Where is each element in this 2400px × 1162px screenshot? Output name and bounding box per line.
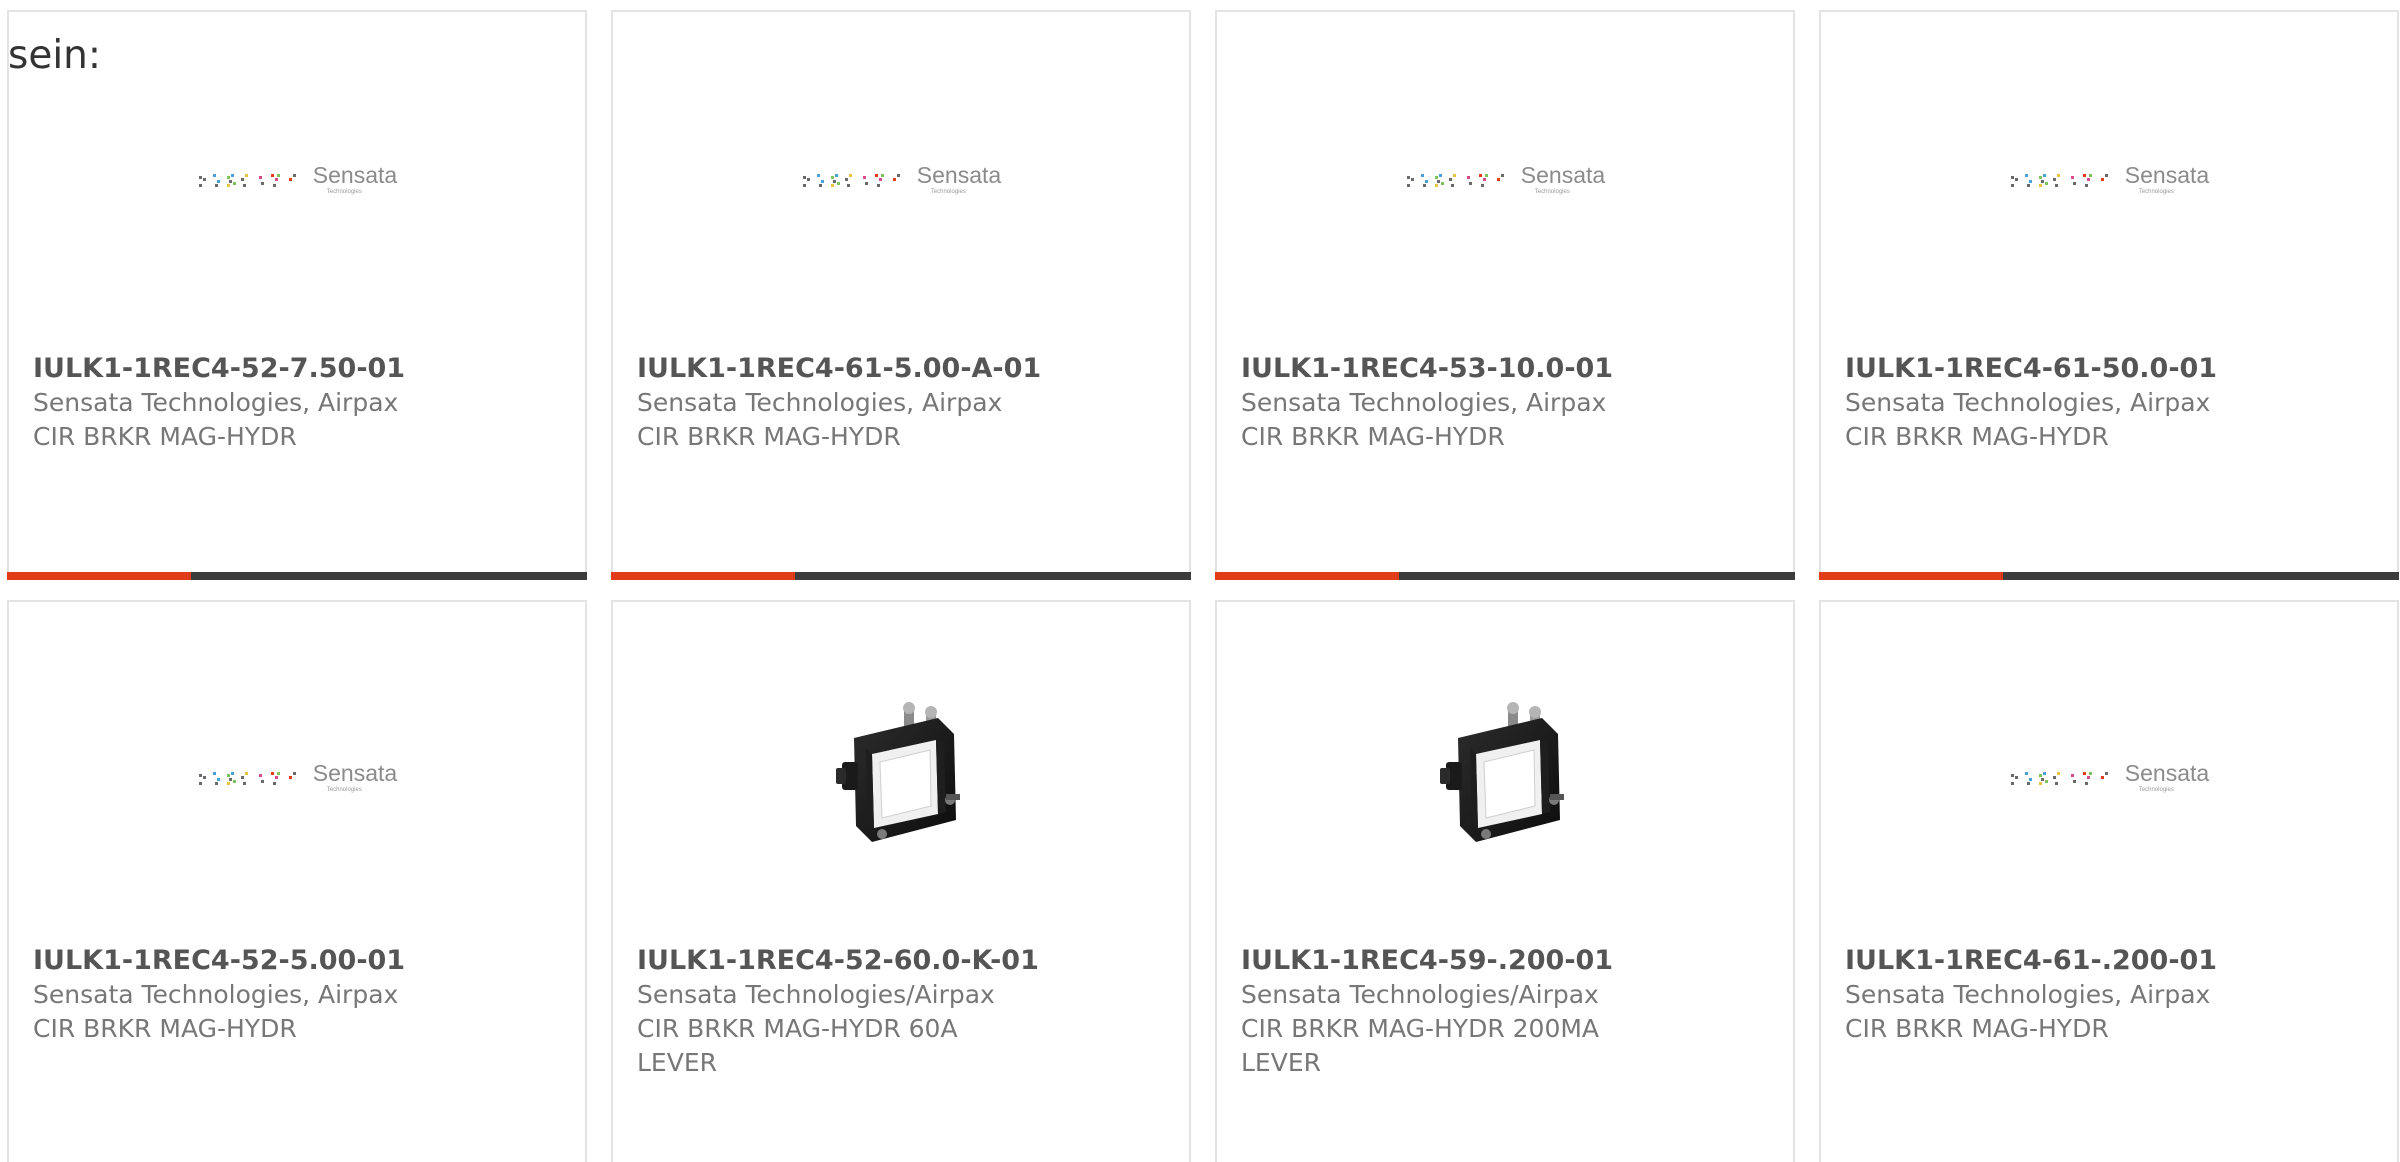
circuit-breaker-photo xyxy=(1440,702,1564,842)
product-card[interactable]: Sensata Technologies IULK1-1REC4-52-5.00-0… xyxy=(7,600,587,1162)
card-accent-bar xyxy=(1819,572,2003,580)
sensata-dots-icon xyxy=(198,771,296,785)
product-manufacturer: Sensata Technologies, Airpax xyxy=(1241,388,1607,417)
sensata-dots-icon xyxy=(2010,771,2108,785)
logo-sub: Technologies xyxy=(326,189,362,195)
sensata-logo: Sensata Technologies xyxy=(1405,164,1605,195)
product-info: IULK1-1REC4-61-5.00-A-01 Sensata Technolo… xyxy=(637,352,1041,454)
circuit-breaker-photo xyxy=(836,702,960,842)
card-accent-bar xyxy=(7,572,191,580)
product-info: IULK1-1REC4-52-7.50-01 Sensata Technologi… xyxy=(33,352,433,454)
logo-name: Sensata xyxy=(916,162,1002,188)
product-part-number[interactable]: IULK1-1REC4-61-50.0-01 xyxy=(1845,352,2245,386)
product-card[interactable]: Sensata Technologies IULK1-1REC4-61-50.0-0… xyxy=(1819,10,2399,580)
product-part-number[interactable]: IULK1-1REC4-52-60.0-K-01 xyxy=(637,944,1039,978)
product-manufacturer: Sensata Technologies, Airpax xyxy=(1845,980,2211,1009)
product-image[interactable]: Sensata Technologies xyxy=(9,762,585,962)
product-description: CIR BRKR MAG-HYDR 60A LEVER xyxy=(637,1014,958,1077)
sensata-logo: Sensata Technologies xyxy=(2009,164,2209,195)
product-card[interactable]: Sensata Technologies IULK1-1REC4-61-5.00-A… xyxy=(611,10,1191,580)
product-info: IULK1-1REC4-52-60.0-K-01 Sensata Technolo… xyxy=(637,944,1039,1080)
product-image[interactable]: Sensata Technologies xyxy=(9,164,585,364)
product-description: CIR BRKR MAG-HYDR xyxy=(1241,422,1505,451)
product-grid: Sensata Technologies IULK1-1REC4-52-7.50-0… xyxy=(7,10,2400,1162)
product-description: CIR BRKR MAG-HYDR xyxy=(1845,422,2109,451)
sensata-dots-icon xyxy=(2010,173,2108,187)
logo-name: Sensata xyxy=(1520,162,1606,188)
sensata-dots-icon xyxy=(802,173,900,187)
sensata-dots-icon xyxy=(198,173,296,187)
product-manufacturer: Sensata Technologies, Airpax xyxy=(33,980,399,1009)
product-image[interactable]: Sensata Technologies xyxy=(613,164,1189,364)
logo-name: Sensata xyxy=(2124,760,2210,786)
product-description: CIR BRKR MAG-HYDR 200MA LEVER xyxy=(1241,1014,1600,1077)
sensata-logo: Sensata Technologies xyxy=(197,164,397,195)
product-card[interactable]: Sensata Technologies IULK1-1REC4-52-7.50-0… xyxy=(7,10,587,580)
sensata-logo: Sensata Technologies xyxy=(801,164,1001,195)
product-manufacturer: Sensata Technologies/Airpax xyxy=(1241,980,1599,1009)
product-image[interactable] xyxy=(613,702,1189,902)
logo-sub: Technologies xyxy=(326,787,362,793)
product-part-number[interactable]: IULK1-1REC4-52-7.50-01 xyxy=(33,352,433,386)
product-card[interactable]: Sensata Technologies IULK1-1REC4-53-10.0-0… xyxy=(1215,10,1795,580)
logo-name: Sensata xyxy=(2124,162,2210,188)
logo-sub: Technologies xyxy=(2138,189,2174,195)
product-manufacturer: Sensata Technologies, Airpax xyxy=(33,388,399,417)
product-card[interactable]: IULK1-1REC4-59-.200-01 Sensata Technologi… xyxy=(1215,600,1795,1162)
product-part-number[interactable]: IULK1-1REC4-59-.200-01 xyxy=(1241,944,1641,978)
product-card[interactable]: IULK1-1REC4-52-60.0-K-01 Sensata Technolo… xyxy=(611,600,1191,1162)
product-description: CIR BRKR MAG-HYDR xyxy=(637,422,901,451)
product-info: IULK1-1REC4-53-10.0-01 Sensata Technologi… xyxy=(1241,352,1641,454)
logo-name: Sensata xyxy=(312,162,398,188)
sensata-logo: Sensata Technologies xyxy=(197,762,397,793)
product-part-number[interactable]: IULK1-1REC4-61-5.00-A-01 xyxy=(637,352,1041,386)
product-part-number[interactable]: IULK1-1REC4-52-5.00-01 xyxy=(33,944,433,978)
product-part-number[interactable]: IULK1-1REC4-61-.200-01 xyxy=(1845,944,2245,978)
sensata-logo: Sensata Technologies xyxy=(2009,762,2209,793)
product-manufacturer: Sensata Technologies, Airpax xyxy=(1845,388,2211,417)
product-part-number[interactable]: IULK1-1REC4-53-10.0-01 xyxy=(1241,352,1641,386)
product-description: CIR BRKR MAG-HYDR xyxy=(33,1014,297,1043)
product-description: CIR BRKR MAG-HYDR xyxy=(1845,1014,2109,1043)
product-info: IULK1-1REC4-59-.200-01 Sensata Technologi… xyxy=(1241,944,1641,1080)
logo-sub: Technologies xyxy=(1534,189,1570,195)
product-description: CIR BRKR MAG-HYDR xyxy=(33,422,297,451)
card-accent-bar xyxy=(611,572,795,580)
logo-sub: Technologies xyxy=(2138,787,2174,793)
logo-sub: Technologies xyxy=(930,189,966,195)
product-grid-page: sein: Sensata Technologies IULK1-1REC4-52-… xyxy=(0,0,2400,1162)
product-manufacturer: Sensata Technologies, Airpax xyxy=(637,388,1003,417)
intro-text: sein: xyxy=(8,33,102,78)
product-image[interactable] xyxy=(1217,702,1793,902)
card-bottom-bar xyxy=(611,572,1191,580)
product-info: IULK1-1REC4-61-50.0-01 Sensata Technologi… xyxy=(1845,352,2245,454)
card-bottom-bar xyxy=(7,572,587,580)
sensata-dots-icon xyxy=(1406,173,1504,187)
product-manufacturer: Sensata Technologies/Airpax xyxy=(637,980,995,1009)
product-card[interactable]: Sensata Technologies IULK1-1REC4-61-.200-0… xyxy=(1819,600,2399,1162)
product-image[interactable]: Sensata Technologies xyxy=(1821,762,2397,962)
card-bottom-bar xyxy=(1215,572,1795,580)
product-image[interactable]: Sensata Technologies xyxy=(1821,164,2397,364)
product-info: IULK1-1REC4-52-5.00-01 Sensata Technologi… xyxy=(33,944,433,1046)
product-image[interactable]: Sensata Technologies xyxy=(1217,164,1793,364)
card-bottom-bar xyxy=(1819,572,2399,580)
product-info: IULK1-1REC4-61-.200-01 Sensata Technologi… xyxy=(1845,944,2245,1046)
card-accent-bar xyxy=(1215,572,1399,580)
logo-name: Sensata xyxy=(312,760,398,786)
